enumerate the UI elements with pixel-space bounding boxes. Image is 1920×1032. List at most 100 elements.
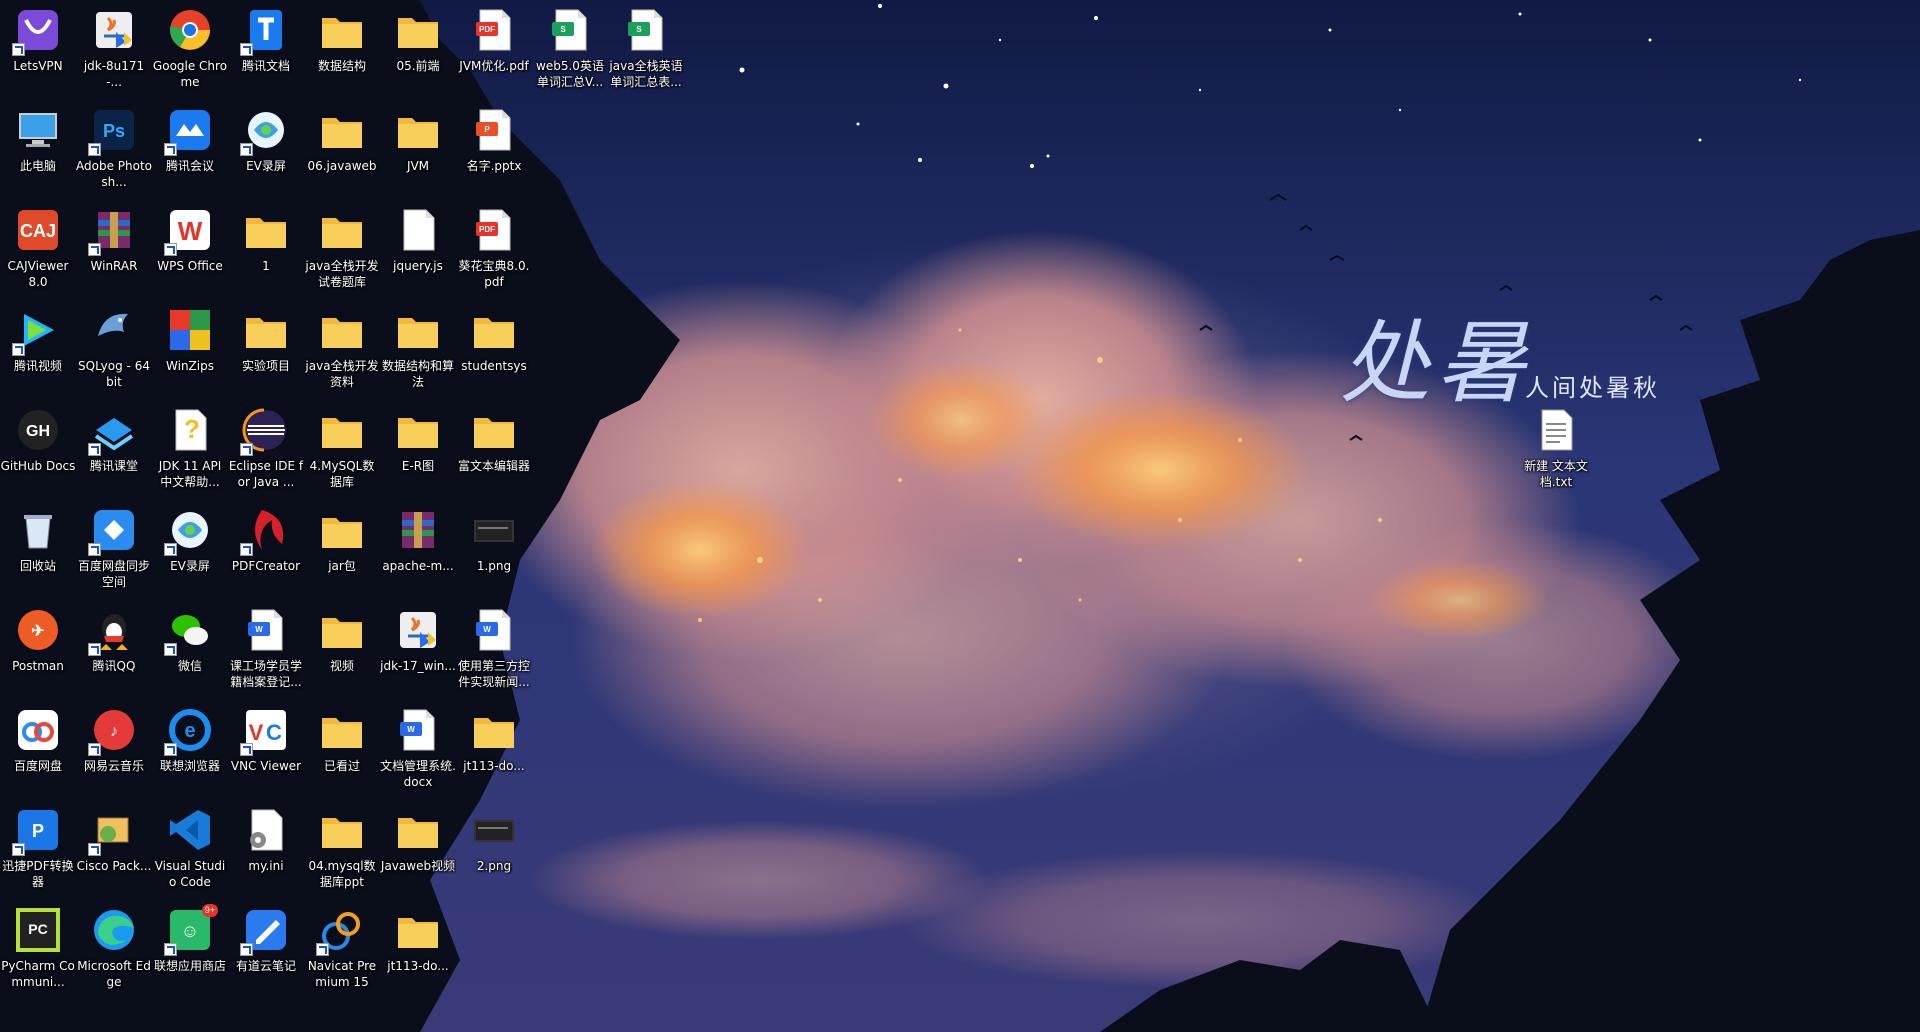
desktop-shortcut-image-file[interactable]: 2.png <box>456 802 532 898</box>
desktop-shortcut-pycharm[interactable]: PC PyCharm Communi... <box>0 902 76 998</box>
desktop-shortcut-pdf[interactable]: PDF 葵花宝典8.0.pdf <box>456 202 532 298</box>
desktop-shortcut-edge[interactable]: Microsoft Edge <box>76 902 152 998</box>
desktop-shortcut-github[interactable]: GH GitHub Docs <box>0 402 76 498</box>
svg-text:?: ? <box>184 414 200 444</box>
desktop-shortcut-lenovo-browser[interactable]: e 联想浏览器 <box>152 702 228 798</box>
desktop-shortcut-youdao-note[interactable]: 有道云笔记 <box>228 902 304 998</box>
desktop-shortcut-eclipse[interactable]: Eclipse IDE for Java ... <box>228 402 304 498</box>
desktop-shortcut-image-file[interactable]: 1.png <box>456 502 532 598</box>
desktop-shortcut-folder[interactable]: studentsys <box>456 302 532 398</box>
desktop-shortcut-help-file[interactable]: ? JDK 11 API 中文帮助... <box>152 402 228 498</box>
spreadsheet-icon: S <box>622 6 670 54</box>
desktop-shortcut-sqlyog[interactable]: SQLyog - 64 bit <box>76 302 152 398</box>
desktop-shortcut-folder[interactable]: E-R图 <box>380 402 456 498</box>
desktop-shortcut-folder[interactable]: 05.前端 <box>380 2 456 98</box>
desktop-shortcut-cajviewer[interactable]: CAJ CAJViewer 8.0 <box>0 202 76 298</box>
svg-text:W: W <box>483 625 491 634</box>
desktop-shortcut-winzip[interactable]: WinZips <box>152 302 228 398</box>
desktop-shortcut-netease-music[interactable]: ♪ 网易云音乐 <box>76 702 152 798</box>
desktop-shortcut-folder[interactable]: 实验项目 <box>228 302 304 398</box>
desktop-shortcut-tencent-classroom[interactable]: 腾讯课堂 <box>76 402 152 498</box>
desktop-shortcut-pptx[interactable]: P 名字.pptx <box>456 102 532 198</box>
shortcut-arrow-icon <box>88 443 101 456</box>
desktop-shortcut-text-file[interactable]: 新建 文本文档.txt <box>1518 402 1594 498</box>
edge-icon <box>90 906 138 954</box>
desktop-shortcut-letsvpn[interactable]: LetsVPN <box>0 2 76 98</box>
desktop-shortcut-winrar[interactable]: WinRAR <box>76 202 152 298</box>
desktop-shortcut-tencent-video[interactable]: 腾讯视频 <box>0 302 76 398</box>
desktop-shortcut-folder[interactable]: java全栈开发资料 <box>304 302 380 398</box>
desktop-shortcut-spreadsheet[interactable]: Sjava全栈英语单词汇总表... <box>608 2 684 98</box>
desktop-shortcut-baidu-netdisk[interactable]: 百度网盘 <box>0 702 76 798</box>
desktop-shortcut-java-installer[interactable]: jdk-17_win... <box>380 602 456 698</box>
desktop-shortcut-recycle-bin[interactable]: 回收站 <box>0 502 76 598</box>
desktop-shortcut-folder[interactable]: 已看过 <box>304 702 380 798</box>
desktop-shortcut-folder[interactable]: 1 <box>228 202 304 298</box>
desktop-shortcut-java-installer[interactable]: jdk-8u171-... <box>76 2 152 98</box>
desktop-shortcut-folder[interactable]: 富文本编辑器 <box>456 402 532 498</box>
desktop-shortcut-folder[interactable]: jar包 <box>304 502 380 598</box>
desktop-shortcut-computer[interactable]: 此电脑 <box>0 102 76 198</box>
desktop-shortcut-folder[interactable]: java全栈开发试卷题库 <box>304 202 380 298</box>
desktop-shortcut-chrome[interactable]: Google Chrome <box>152 2 228 98</box>
desktop-shortcut-word-doc[interactable]: W 使用第三方控件实现新闻... <box>456 602 532 698</box>
desktop-icon-label: 1 <box>262 259 270 273</box>
desktop-shortcut-spreadsheet[interactable]: Sweb5.0英语单词汇总V... <box>532 2 608 98</box>
desktop-shortcut-lenovo-store[interactable]: ☺ 9+ 联想应用商店 <box>152 902 228 998</box>
winzip-icon <box>166 306 214 354</box>
desktop-icon-label: EV录屏 <box>170 559 210 573</box>
desktop-shortcut-folder[interactable]: Javaweb视频 <box>380 802 456 898</box>
desktop-icon-label: 腾讯视频 <box>13 359 62 373</box>
desktop-shortcut-ev-recorder[interactable]: EV录屏 <box>228 102 304 198</box>
desktop-shortcut-folder[interactable]: 视频 <box>304 602 380 698</box>
desktop-shortcut-vnc[interactable]: V C VNC Viewer <box>228 702 304 798</box>
folder-icon <box>318 706 366 754</box>
folder-icon <box>318 206 366 254</box>
desktop-shortcut-blank-file[interactable]: jquery.js <box>380 202 456 298</box>
folder-icon <box>318 106 366 154</box>
desktop-shortcut-postman[interactable]: ✈ Postman <box>0 602 76 698</box>
desktop-shortcut-folder[interactable]: 04.mysql数据库ppt <box>304 802 380 898</box>
folder-icon <box>318 306 366 354</box>
desktop-shortcut-pdf[interactable]: PDF JVM优化.pdf <box>456 2 532 98</box>
desktop-icon-label: 百度网盘 <box>13 759 62 773</box>
desktop-shortcut-tencent-meeting[interactable]: 腾讯会议 <box>152 102 228 198</box>
desktop-shortcut-tencent-docs[interactable]: 腾讯文档 <box>228 2 304 98</box>
desktop-icon-label: my.ini <box>248 859 284 873</box>
desktop-shortcut-word-doc[interactable]: W 文档管理系统.docx <box>380 702 456 798</box>
desktop-shortcut-ini-file[interactable]: my.ini <box>228 802 304 898</box>
desktop-icon-label: jt113-do... <box>463 759 525 773</box>
desktop-icon-label: 微信 <box>177 659 202 673</box>
desktop-icon-label: 此电脑 <box>19 159 56 173</box>
word-doc-icon: W <box>242 606 290 654</box>
desktop-shortcut-vscode[interactable]: Visual Studio Code <box>152 802 228 898</box>
desktop-shortcut-baidu-sync[interactable]: 百度网盘同步空间 <box>76 502 152 598</box>
desktop-shortcut-winrar-archive[interactable]: apache-m... <box>380 502 456 598</box>
desktop-shortcut-navicat[interactable]: Navicat Premium 15 <box>304 902 380 998</box>
desktop-icon-label: 腾讯课堂 <box>89 459 138 473</box>
svg-text:♪: ♪ <box>110 723 118 740</box>
desktop-shortcut-wps[interactable]: W WPS Office <box>152 202 228 298</box>
desktop-shortcut-folder[interactable]: jt113-do... <box>380 902 456 998</box>
desktop-shortcut-word-doc[interactable]: W 课工场学员学籍档案登记... <box>228 602 304 698</box>
desktop-shortcut-photoshop[interactable]: Ps Adobe Photosh... <box>76 102 152 198</box>
desktop-shortcut-folder[interactable]: 数据结构和算法 <box>380 302 456 398</box>
desktop-icon-label: 06.javaweb <box>307 159 377 173</box>
desktop-shortcut-folder[interactable]: 4.MySQL数据库 <box>304 402 380 498</box>
desktop-shortcut-cisco-packet[interactable]: Cisco Pack... <box>76 802 152 898</box>
desktop-shortcut-pdfcreator[interactable]: PDFCreator <box>228 502 304 598</box>
svg-text:PDF: PDF <box>479 25 495 34</box>
shortcut-arrow-icon <box>164 743 177 756</box>
tencent-meeting-icon <box>164 106 214 156</box>
desktop-icon-label: apache-m... <box>382 559 454 573</box>
desktop-shortcut-folder[interactable]: jt113-do... <box>456 702 532 798</box>
pdf-icon: PDF <box>470 206 518 254</box>
desktop-shortcut-pdf-converter[interactable]: P 迅捷PDF转换器 <box>0 802 76 898</box>
desktop-shortcut-folder[interactable]: 06.javaweb <box>304 102 380 198</box>
image-file-icon <box>470 806 518 854</box>
desktop-shortcut-folder[interactable]: 数据结构 <box>304 2 380 98</box>
desktop-shortcut-qq[interactable]: 腾讯QQ <box>76 602 152 698</box>
desktop-shortcut-folder[interactable]: JVM <box>380 102 456 198</box>
desktop-shortcut-wechat[interactable]: 微信 <box>152 602 228 698</box>
desktop-shortcut-ev-recorder[interactable]: EV录屏 <box>152 502 228 598</box>
